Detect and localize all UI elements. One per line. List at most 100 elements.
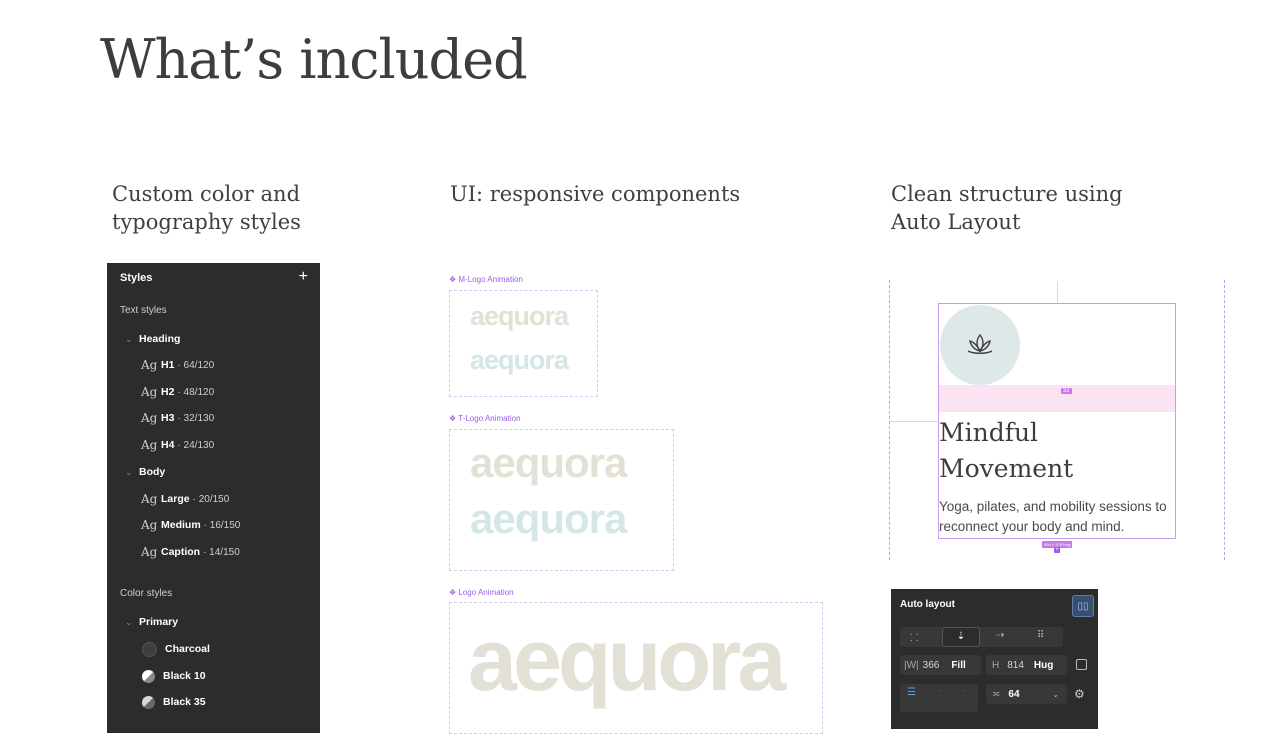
color-swatch: [142, 641, 157, 657]
text-style-meta: · 64/120: [177, 359, 215, 371]
color-swatch: [142, 669, 155, 683]
column-title-styles: Custom color and typography styles: [112, 182, 301, 234]
gap-field[interactable]: ≍ 64 ⌄: [986, 684, 1067, 704]
color-style-item[interactable]: Black 35: [142, 692, 320, 712]
component-label[interactable]: ❖ M-Logo Animation: [449, 275, 523, 284]
align-dot-icon: ·: [962, 686, 965, 695]
text-styles-label: Text styles: [120, 304, 167, 316]
color-swatch: [142, 695, 155, 709]
color-style-name: Black 10: [163, 670, 206, 682]
icon-circle: [940, 305, 1020, 385]
text-style-meta: · 24/130: [177, 439, 215, 451]
text-style-meta: · 14/150: [203, 546, 240, 558]
logo-text: aequora: [470, 495, 627, 542]
spacing-indicator: [890, 421, 938, 422]
direction-vertical-icon[interactable]: ⇣: [942, 627, 980, 647]
logo-text: aequora: [470, 301, 569, 331]
add-handle-icon[interactable]: +: [1054, 547, 1060, 553]
color-group-primary[interactable]: ⌄ Primary: [125, 612, 320, 632]
style-group-label: Body: [139, 466, 166, 478]
chevron-down-icon: ⌄: [125, 616, 133, 627]
styles-panel-header: Styles: [120, 272, 153, 284]
plus-icon[interactable]: +: [299, 268, 308, 286]
card-title: Mindful Movement: [939, 418, 1074, 483]
height-mode: Hug: [1033, 659, 1054, 671]
logo-text: aequora: [468, 610, 786, 709]
chevron-down-icon: ⌄: [125, 333, 133, 344]
text-style-icon: Ag: [141, 411, 158, 425]
text-style-item[interactable]: Ag Large · 20/150: [141, 489, 320, 509]
text-style-item[interactable]: Ag H4 · 24/130: [141, 435, 320, 455]
text-style-item[interactable]: Ag Caption · 14/150: [141, 542, 320, 562]
auto-layout-card[interactable]: 32 Mindful Movement Yoga, pilates, and m…: [938, 303, 1176, 539]
alignment-grid[interactable]: ☰ · ·: [900, 684, 978, 712]
logo-text: aequora: [470, 345, 569, 375]
width-label: |W|: [904, 659, 919, 671]
text-style-meta: · 32/130: [177, 412, 215, 424]
text-style-item[interactable]: Ag Medium · 16/150: [141, 515, 320, 535]
styles-panel: Styles + Text styles ⌄ Heading Ag H1 · 64/…: [107, 263, 320, 733]
text-style-item[interactable]: Ag H1 · 64/120: [141, 355, 320, 375]
logo-text: aequora: [470, 439, 627, 486]
height-label: H: [992, 659, 1000, 671]
auto-layout-title: Auto layout: [900, 599, 955, 610]
direction-wrap-icon[interactable]: ⸬: [910, 630, 918, 644]
text-style-name: H1: [161, 359, 175, 371]
height-value: 814: [1007, 659, 1024, 671]
component-label[interactable]: ❖ Logo Animation: [449, 588, 514, 597]
text-style-meta: · 16/150: [203, 519, 241, 531]
text-style-name: H2: [161, 386, 175, 398]
color-group-label: Primary: [139, 616, 179, 628]
column-title-components: UI: responsive components: [450, 182, 741, 206]
text-style-name: Medium: [161, 519, 201, 531]
align-top-left-icon[interactable]: ☰: [907, 687, 916, 698]
layout-guide: [889, 280, 890, 560]
text-style-icon: Ag: [141, 438, 158, 452]
chevron-down-icon[interactable]: ⌄: [1052, 690, 1059, 699]
width-mode: Fill: [951, 659, 966, 671]
component-t-logo[interactable]: aequora aequora: [449, 429, 674, 571]
width-value: 366: [922, 659, 940, 671]
settings-sliders-icon[interactable]: ⚙: [1074, 687, 1085, 701]
color-style-item[interactable]: Charcoal: [142, 639, 320, 659]
text-style-name: H3: [161, 412, 175, 424]
gap-highlight: 32: [939, 385, 1175, 412]
text-style-item[interactable]: Ag H2 · 48/120: [141, 382, 320, 402]
color-style-name: Charcoal: [165, 643, 210, 655]
component-logo[interactable]: aequora: [449, 602, 823, 734]
auto-layout-panel: Auto layout ▯▯ ⸬ ⇣ ⇢ ⠿ |W| 366 Fill H 81…: [891, 589, 1098, 729]
spacing-indicator: [1057, 281, 1058, 303]
color-style-item[interactable]: Black 10: [142, 666, 320, 686]
text-style-name: Caption: [161, 546, 201, 558]
resize-icon[interactable]: [1076, 659, 1087, 670]
text-style-meta: · 48/120: [177, 386, 215, 398]
direction-segmented: ⸬ ⇣ ⇢ ⠿: [900, 627, 1063, 647]
direction-grid-icon[interactable]: ⠿: [1037, 630, 1044, 641]
color-styles-label: Color styles: [120, 587, 173, 599]
style-group-label: Heading: [139, 333, 181, 345]
direction-horizontal-icon[interactable]: ⇢: [996, 630, 1004, 641]
text-style-icon: Ag: [141, 492, 158, 506]
gap-icon: ≍: [992, 688, 1001, 700]
text-style-name: Large: [161, 493, 190, 505]
text-style-icon: Ag: [141, 518, 158, 532]
spacing-badge: 32: [1061, 388, 1072, 394]
component-label[interactable]: ❖ T-Logo Animation: [449, 414, 521, 423]
page-title: What’s included: [100, 28, 528, 91]
auto-layout-toggle-icon[interactable]: ▯▯: [1072, 595, 1094, 617]
card-body: Yoga, pilates, and mobility sessions to …: [939, 499, 1167, 534]
gap-value: 64: [1008, 688, 1020, 700]
text-style-icon: Ag: [141, 385, 158, 399]
align-dot-icon: ·: [938, 686, 941, 695]
height-field[interactable]: H 814 Hug: [986, 655, 1067, 675]
color-style-name: Black 35: [163, 696, 206, 708]
text-style-icon: Ag: [141, 358, 158, 372]
column-title-autolayout: Clean structure using Auto Layout: [891, 182, 1123, 234]
text-style-icon: Ag: [141, 545, 158, 559]
text-style-item[interactable]: Ag H3 · 32/130: [141, 408, 320, 428]
style-group-heading[interactable]: ⌄ Heading: [125, 329, 320, 349]
style-group-body[interactable]: ⌄ Body: [125, 462, 320, 482]
lotus-icon: [967, 333, 993, 354]
component-m-logo[interactable]: aequora aequora: [449, 290, 598, 397]
width-field[interactable]: |W| 366 Fill: [900, 655, 981, 675]
